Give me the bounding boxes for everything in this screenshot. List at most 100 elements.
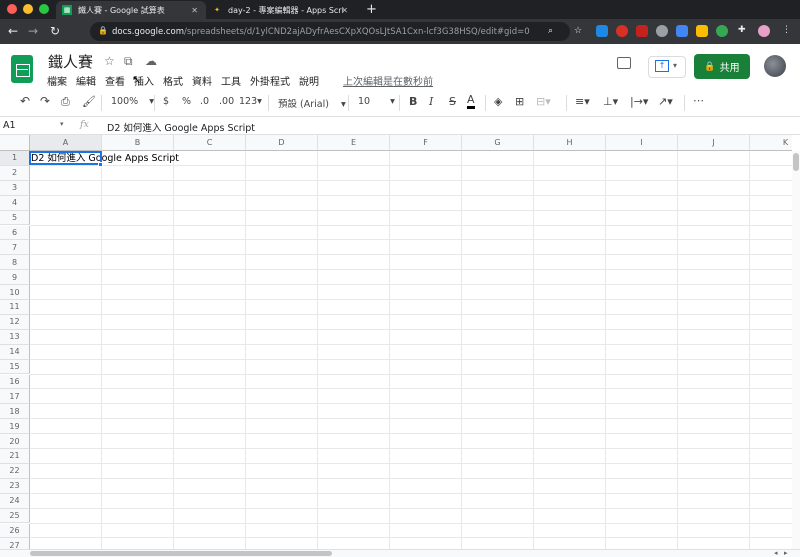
close-tab-icon[interactable]: ✕: [191, 6, 198, 15]
menu-help[interactable]: 說明: [299, 73, 319, 88]
sheets-logo-icon[interactable]: [11, 55, 33, 83]
minimize-window-button[interactable]: [23, 4, 33, 14]
row-header[interactable]: 25: [0, 508, 30, 524]
horizontal-scrollbar[interactable]: ◂ ▸: [0, 549, 800, 557]
column-header[interactable]: K: [750, 135, 792, 151]
row-header[interactable]: 15: [0, 359, 30, 375]
more-formats-select[interactable]: 123▾: [239, 96, 262, 107]
extension-7-icon[interactable]: [716, 25, 728, 37]
decrease-decimal-button[interactable]: .0: [200, 96, 209, 107]
select-all-corner[interactable]: [0, 135, 30, 151]
row-header[interactable]: 24: [0, 493, 30, 509]
column-header[interactable]: I: [606, 135, 678, 151]
menu-data[interactable]: 資料: [192, 73, 212, 88]
reload-icon[interactable]: ↻: [50, 24, 60, 38]
extension-3-icon[interactable]: [636, 25, 648, 37]
percent-format-button[interactable]: %: [182, 96, 191, 107]
last-edit-link[interactable]: 上次編輯是在數秒前: [343, 73, 433, 88]
row-header[interactable]: 16: [0, 374, 30, 390]
row-header[interactable]: 20: [0, 434, 30, 449]
row-header[interactable]: 3: [0, 180, 30, 196]
column-header[interactable]: J: [678, 135, 750, 151]
new-tab-button[interactable]: +: [366, 2, 377, 17]
menu-addons[interactable]: 外掛程式: [250, 73, 290, 88]
extension-4-icon[interactable]: [656, 25, 668, 37]
avatar[interactable]: [764, 55, 786, 77]
name-box[interactable]: A1: [3, 120, 16, 131]
text-wrap-icon[interactable]: |→▾: [630, 95, 648, 108]
extension-2-icon[interactable]: [616, 25, 628, 37]
share-button[interactable]: 🔒 共用: [694, 54, 750, 79]
row-header[interactable]: 18: [0, 404, 30, 420]
comment-history-icon[interactable]: [617, 57, 631, 69]
close-window-button[interactable]: [7, 4, 17, 14]
fill-handle[interactable]: [98, 162, 103, 167]
back-icon[interactable]: ←: [8, 24, 18, 38]
merge-cells-icon[interactable]: ⊟▾: [536, 95, 551, 108]
text-rotation-icon[interactable]: ↗▾: [658, 95, 673, 108]
row-header[interactable]: 4: [0, 195, 30, 211]
spreadsheet-grid[interactable]: ABCDEFGHIJK 1 2 3 4 5 6 7 8 9 10 11 12 13 14 15 16 17 18 1…: [0, 135, 792, 552]
text-color-button[interactable]: A: [467, 94, 475, 109]
row-header[interactable]: 2: [0, 165, 30, 181]
tab-sheets[interactable]: ▦ 鐵人賽 - Google 試算表 ✕: [56, 1, 206, 19]
chevron-down-icon[interactable]: ▾: [60, 120, 64, 128]
row-header[interactable]: 8: [0, 255, 30, 271]
column-header[interactable]: D: [246, 135, 318, 151]
undo-icon[interactable]: ↶: [20, 94, 30, 108]
address-bar[interactable]: 🔒 docs.google.com/spreadsheets/d/1ylCND2…: [90, 22, 570, 41]
horizontal-scroll-thumb[interactable]: [30, 551, 332, 556]
forward-icon[interactable]: →: [28, 24, 38, 38]
menu-edit[interactable]: 編輯: [76, 73, 96, 88]
menu-tools[interactable]: 工具: [221, 73, 241, 88]
increase-decimal-button[interactable]: .00: [219, 96, 234, 107]
row-header[interactable]: 11: [0, 300, 30, 315]
bold-button[interactable]: B: [409, 95, 417, 108]
row-header[interactable]: 14: [0, 344, 30, 360]
row-header[interactable]: 21: [0, 449, 30, 464]
document-title[interactable]: 鐵人賽: [48, 51, 93, 72]
font-select[interactable]: 預設 (Arial) ▾: [278, 96, 346, 110]
horizontal-align-icon[interactable]: ≡▾: [575, 95, 590, 108]
close-tab-icon[interactable]: ✕: [341, 6, 348, 15]
bookmark-star-icon[interactable]: ☆: [574, 26, 582, 36]
row-header[interactable]: 17: [0, 389, 30, 405]
italic-button[interactable]: I: [429, 95, 433, 108]
borders-icon[interactable]: ⊞: [515, 95, 524, 108]
row-header[interactable]: 12: [0, 314, 30, 330]
vertical-scroll-thumb[interactable]: [793, 153, 799, 171]
row-header[interactable]: 1: [0, 151, 30, 166]
move-folder-icon[interactable]: ⧉: [124, 54, 133, 69]
redo-icon[interactable]: ↷: [40, 94, 50, 108]
zoom-select[interactable]: 100% ▾: [111, 96, 154, 107]
more-options-icon[interactable]: ⋯: [693, 94, 704, 107]
vertical-scrollbar[interactable]: [792, 151, 800, 552]
column-header[interactable]: C: [174, 135, 246, 151]
formula-input[interactable]: D2 如何進入 Google Apps Script: [107, 120, 255, 134]
menu-view[interactable]: 查看: [105, 73, 125, 88]
tab-apps-script[interactable]: ✦ day-2 - 專案編輯器 - Apps Scri ✕: [206, 1, 356, 19]
menu-format[interactable]: 格式: [163, 73, 183, 88]
column-header[interactable]: F: [390, 135, 462, 151]
row-header[interactable]: 10: [0, 285, 30, 300]
row-header[interactable]: 26: [0, 523, 30, 539]
column-header[interactable]: H: [534, 135, 606, 151]
menu-file[interactable]: 檔案: [47, 73, 67, 88]
maximize-window-button[interactable]: [39, 4, 49, 14]
print-icon[interactable]: ⎙: [61, 95, 70, 109]
scroll-left-icon[interactable]: ◂: [774, 549, 778, 557]
row-header[interactable]: 13: [0, 329, 30, 345]
column-header[interactable]: B: [102, 135, 174, 151]
extension-6-icon[interactable]: [696, 25, 708, 37]
row-header[interactable]: 9: [0, 270, 30, 286]
column-header[interactable]: A: [30, 135, 102, 151]
row-header[interactable]: 23: [0, 478, 30, 494]
vertical-align-icon[interactable]: ⊥▾: [603, 95, 618, 108]
scroll-right-icon[interactable]: ▸: [784, 549, 788, 557]
row-header[interactable]: 7: [0, 240, 30, 256]
extension-5-icon[interactable]: [676, 25, 688, 37]
font-size-select[interactable]: 10 ▾: [358, 96, 395, 107]
chrome-menu-icon[interactable]: ⋮: [782, 25, 791, 35]
profile-icon[interactable]: [758, 25, 770, 37]
currency-format-button[interactable]: $: [163, 96, 169, 107]
